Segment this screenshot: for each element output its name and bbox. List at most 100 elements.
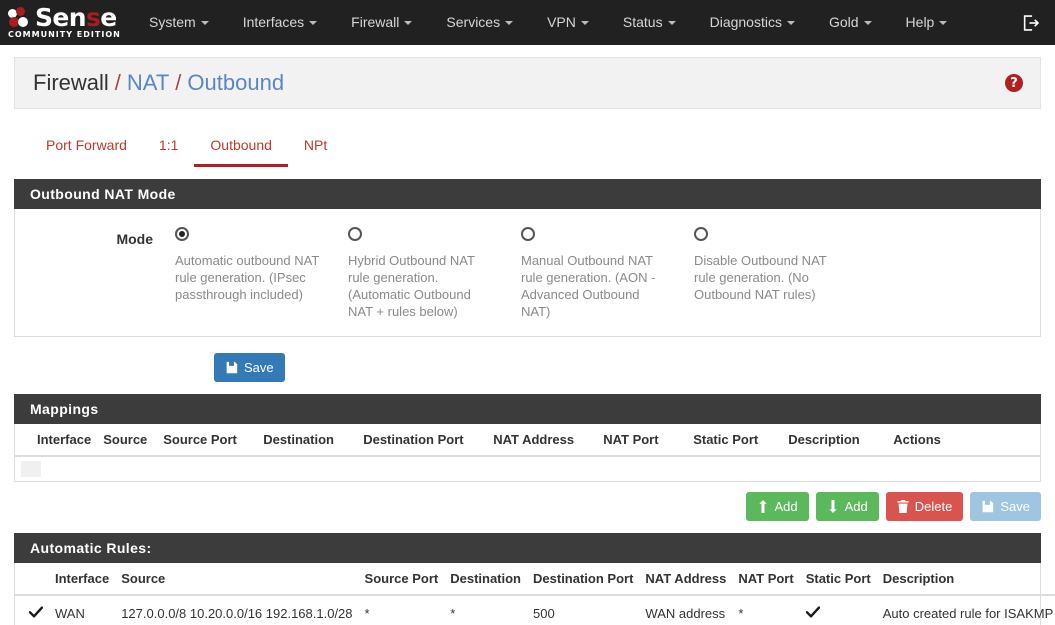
- floppy-icon: [225, 361, 238, 374]
- cell-nat-port: *: [732, 595, 799, 625]
- radio-manual[interactable]: [521, 227, 535, 241]
- cell-destination: *: [444, 595, 527, 625]
- col-interface: Interface: [15, 424, 97, 456]
- save-button-label: Save: [244, 360, 274, 375]
- col-destination-port: Destination Port: [357, 424, 487, 456]
- cell-source-port: *: [359, 595, 445, 625]
- main-menu: System Interfaces Firewall Services VPN …: [132, 0, 964, 45]
- col-actions: Actions: [887, 424, 1040, 456]
- breadcrumb-separator: /: [175, 70, 181, 96]
- breadcrumb-root: Firewall: [33, 70, 109, 96]
- mode-save-row: Save: [14, 337, 1041, 382]
- mappings-header-row: Interface Source Source Port Destination…: [15, 424, 1040, 456]
- radio-hybrid[interactable]: [348, 227, 362, 241]
- tab-one-to-one[interactable]: 1:1: [143, 137, 194, 167]
- add-down-button[interactable]: Add: [816, 492, 879, 521]
- cell-static-port: [800, 595, 877, 625]
- panel-title-outbound-nat-mode: Outbound NAT Mode: [14, 179, 1041, 209]
- pfsense-logo[interactable]: Sense COMMUNITY EDITION: [8, 3, 120, 43]
- automatic-rules-table-body: WAN 127.0.0.0/8 10.20.0.0/16 192.168.1.0…: [15, 595, 1055, 625]
- nav-item-interfaces[interactable]: Interfaces: [226, 0, 334, 45]
- chevron-down-icon: [309, 21, 317, 25]
- floppy-icon: [981, 500, 994, 513]
- tab-outbound[interactable]: Outbound: [194, 137, 288, 167]
- row-state-icon-cell: [15, 595, 49, 625]
- panel-title-mappings: Mappings: [14, 394, 1041, 424]
- nav-item-gold[interactable]: Gold: [812, 0, 889, 45]
- col-source: Source: [97, 424, 157, 456]
- col-destination-port: Destination Port: [527, 563, 639, 595]
- mappings-table: Interface Source Source Port Destination…: [15, 424, 1040, 481]
- cell-nat-address: WAN address: [639, 595, 732, 625]
- mode-option-hybrid[interactable]: Hybrid Outbound NAT rule generation. (Au…: [348, 227, 521, 320]
- nav-item-firewall[interactable]: Firewall: [334, 0, 429, 45]
- radio-automatic[interactable]: [175, 227, 189, 241]
- col-nat-port: NAT Port: [732, 563, 799, 595]
- mode-option-manual[interactable]: Manual Outbound NAT rule generation. (AO…: [521, 227, 694, 320]
- mode-option-hybrid-label: Hybrid Outbound NAT rule generation. (Au…: [348, 252, 498, 320]
- chevron-down-icon: [505, 21, 513, 25]
- breadcrumb-outbound[interactable]: Outbound: [187, 70, 284, 96]
- mappings-empty-row: [15, 456, 1040, 481]
- col-nat-address: NAT Address: [487, 424, 597, 456]
- col-nat-address: NAT Address: [639, 563, 732, 595]
- breadcrumb-separator: /: [115, 70, 121, 96]
- mode-option-manual-label: Manual Outbound NAT rule generation. (AO…: [521, 252, 671, 320]
- mode-option-automatic[interactable]: Automatic outbound NAT rule generation. …: [175, 227, 348, 320]
- save-button[interactable]: Save: [214, 353, 285, 382]
- check-icon: [806, 605, 820, 621]
- nav-item-services[interactable]: Services: [429, 0, 530, 45]
- mode-option-disabled[interactable]: Disable Outbound NAT rule generation. (N…: [694, 227, 867, 320]
- col-interface: Interface: [49, 563, 115, 595]
- page-container: Firewall / NAT / Outbound ? Port Forward…: [0, 57, 1055, 625]
- outbound-nat-mode-body: Mode Automatic outbound NAT rule generat…: [14, 209, 1041, 337]
- col-description: Description: [782, 424, 887, 456]
- nav-item-status[interactable]: Status: [606, 0, 693, 45]
- automatic-rules-panel: Automatic Rules: Interface Source Source…: [14, 533, 1041, 625]
- nav-item-system[interactable]: System: [132, 0, 226, 45]
- mappings-body: Interface Source Source Port Destination…: [14, 424, 1041, 482]
- nav-item-diagnostics[interactable]: Diagnostics: [693, 0, 812, 45]
- cell-destination-port: 500: [527, 595, 639, 625]
- outbound-nat-mode-panel: Outbound NAT Mode Mode Automatic outboun…: [14, 179, 1041, 337]
- add-down-button-label: Add: [845, 499, 868, 514]
- panel-title-automatic-rules: Automatic Rules:: [14, 533, 1041, 563]
- add-up-button[interactable]: Add: [746, 492, 809, 521]
- col-source-port: Source Port: [157, 424, 257, 456]
- arrow-up-icon: [757, 500, 769, 513]
- tab-port-forward[interactable]: Port Forward: [30, 137, 143, 167]
- mappings-panel: Mappings Interface Source Source Port De…: [14, 394, 1041, 482]
- sign-out-icon[interactable]: [1022, 14, 1039, 31]
- nav-item-vpn[interactable]: VPN: [530, 0, 606, 45]
- cell-interface: WAN: [49, 595, 115, 625]
- breadcrumb-nat[interactable]: NAT: [127, 70, 169, 96]
- automatic-rules-header-row: Interface Source Source Port Destination…: [15, 563, 1055, 595]
- chevron-down-icon: [668, 21, 676, 25]
- automatic-rules-table: Interface Source Source Port Destination…: [15, 563, 1055, 625]
- chevron-down-icon: [581, 21, 589, 25]
- mappings-action-buttons: Add Add Delete Save: [14, 482, 1041, 521]
- mode-field-row: Mode Automatic outbound NAT rule generat…: [15, 209, 1040, 336]
- logo-circles-icon: [8, 7, 34, 29]
- delete-button-label: Delete: [915, 499, 953, 514]
- col-destination: Destination: [257, 424, 357, 456]
- brand-wordmark: Sense: [35, 5, 117, 30]
- nav-item-help[interactable]: Help: [889, 0, 965, 45]
- mode-options: Automatic outbound NAT rule generation. …: [175, 227, 1040, 320]
- cell-source: 127.0.0.0/8 10.20.0.0/16 192.168.1.0/28: [115, 595, 358, 625]
- mappings-save-button[interactable]: Save: [970, 492, 1041, 521]
- mode-option-disabled-label: Disable Outbound NAT rule generation. (N…: [694, 252, 844, 303]
- chevron-down-icon: [787, 21, 795, 25]
- question-mark-icon[interactable]: ?: [1005, 74, 1023, 92]
- nat-tabs: Port Forward 1:1 Outbound NPt: [14, 123, 1041, 167]
- automatic-rules-body: Interface Source Source Port Destination…: [14, 563, 1041, 625]
- delete-button[interactable]: Delete: [886, 492, 964, 521]
- col-static-port: Static Port: [800, 563, 877, 595]
- table-row[interactable]: WAN 127.0.0.0/8 10.20.0.0/16 192.168.1.0…: [15, 595, 1055, 625]
- tab-npt[interactable]: NPt: [288, 137, 343, 167]
- mode-option-automatic-label: Automatic outbound NAT rule generation. …: [175, 252, 325, 303]
- brand-subtitle: COMMUNITY EDITION: [8, 30, 120, 40]
- col-destination: Destination: [444, 563, 527, 595]
- radio-disabled[interactable]: [694, 227, 708, 241]
- chevron-down-icon: [864, 21, 872, 25]
